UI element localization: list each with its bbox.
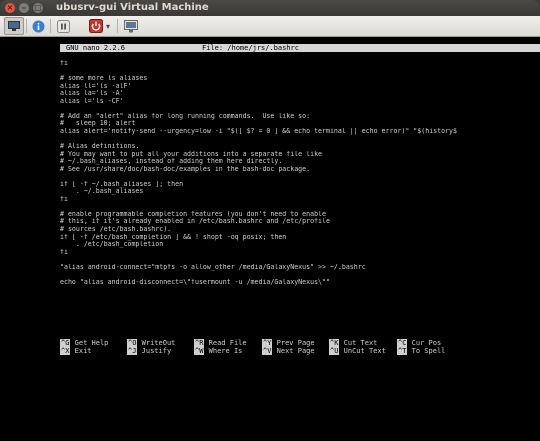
toolbar-separator — [50, 19, 51, 33]
editor-line[interactable]: alias alert='notify-send --urgency=low -… — [60, 128, 540, 136]
editor-line[interactable]: if [ -f ~/.bash_aliases ]; then — [60, 181, 540, 189]
toolbar: ▾ — [0, 16, 540, 37]
shortcut-exit: ^X Exit — [60, 347, 92, 355]
pause-button[interactable] — [55, 18, 71, 34]
editor-line[interactable] — [60, 135, 540, 143]
toolbar-separator — [26, 19, 27, 33]
snapshot-icon — [124, 19, 138, 32]
editor-line[interactable]: # sources /etc/bash.bashrc). — [60, 226, 540, 234]
editor-line[interactable]: "alias android-connect="mtpfs -o allow_o… — [60, 264, 540, 272]
shortcut-prev-page: ^Y Prev Page — [262, 339, 315, 347]
window-controls: × – □ — [5, 3, 43, 13]
editor-line[interactable] — [60, 68, 540, 76]
shortcut-next-page: ^V Next Page — [262, 347, 315, 355]
editor-line[interactable] — [60, 271, 540, 279]
shortcut-label: Justify — [141, 347, 172, 355]
shortcut-key: ^O — [127, 339, 138, 347]
editor-line[interactable]: fi — [60, 249, 540, 257]
shortcut-key: ^U — [329, 347, 340, 355]
shortcut-get-help: ^G Get Help — [60, 339, 108, 347]
editor-line[interactable] — [60, 173, 540, 181]
shortcut-justify: ^J Justify — [127, 347, 171, 355]
shortcut-label: Cur Pos — [411, 339, 442, 347]
editor-line[interactable]: fi — [60, 196, 540, 204]
shortcut-key: ^T — [397, 347, 408, 355]
power-button[interactable] — [88, 18, 104, 34]
title-bar[interactable]: × – □ ubusrv-gui Virtual Machine — [0, 0, 540, 16]
shortcut-label: Prev Page — [276, 339, 315, 347]
shortcut-read-file: ^R Read File — [194, 339, 247, 347]
window-title: ubusrv-gui Virtual Machine — [56, 2, 209, 13]
shortcut-uncut-text: ^U UnCut Text — [329, 347, 386, 355]
power-icon — [89, 19, 103, 33]
maximize-button[interactable]: □ — [33, 3, 43, 13]
shortcut-key: ^V — [262, 347, 273, 355]
shortcut-label: Cut Text — [343, 339, 378, 347]
nano-file-name: File: /home/jrs/.bashrc — [202, 44, 299, 52]
shortcut-cur-pos: ^C Cur Pos — [397, 339, 441, 347]
info-button[interactable] — [30, 18, 46, 34]
shortcut-key: ^Y — [262, 339, 273, 347]
editor-line[interactable]: # sleep 10; alert — [60, 120, 540, 128]
shortcut-key: ^J — [127, 347, 138, 355]
close-button[interactable]: × — [5, 3, 15, 13]
shortcut-label: Where Is — [208, 347, 243, 355]
editor-line[interactable] — [60, 105, 540, 113]
editor-line[interactable]: alias la='ls -A' — [60, 90, 540, 98]
vm-window: × – □ ubusrv-gui Virtual Machine ▾ GNU n… — [0, 0, 540, 441]
editor-line[interactable]: . /etc/bash_completion — [60, 241, 540, 249]
nano-shortcut-bar: ^G Get Help ^O WriteOut ^R Read File ^Y Pre… — [60, 339, 540, 357]
shortcut-label: To Spell — [411, 347, 446, 355]
editor-line[interactable]: if [ -f /etc/bash_completion ] && ! shop… — [60, 234, 540, 242]
shortcut-label: WriteOut — [141, 339, 176, 347]
power-dropdown[interactable]: ▾ — [104, 18, 112, 34]
editor-buffer[interactable]: fi # some more ls aliases alias ll='ls -al… — [60, 60, 540, 286]
editor-line[interactable]: # enable programmable completion feature… — [60, 211, 540, 219]
nano-version: GNU nano 2.2.6 — [66, 44, 126, 52]
editor-line[interactable]: echo "alias android-disconnect=\"fusermo… — [60, 279, 540, 287]
shortcut-writeout: ^O WriteOut — [127, 339, 175, 347]
editor-line[interactable]: # ~/.bash_aliases, instead of adding the… — [60, 158, 540, 166]
editor-line[interactable]: alias l='ls -CF' — [60, 98, 540, 106]
shortcut-label: Next Page — [276, 347, 315, 355]
editor-line[interactable] — [60, 256, 540, 264]
shortcut-key: ^K — [329, 339, 340, 347]
minimize-button[interactable]: – — [19, 3, 29, 13]
shortcut-key: ^W — [194, 347, 205, 355]
shortcut-cut-text: ^K Cut Text — [329, 339, 377, 347]
display-button[interactable] — [4, 17, 24, 35]
shortcut-to-spell: ^T To Spell — [397, 347, 445, 355]
shortcut-key: ^C — [397, 339, 408, 347]
editor-line[interactable]: alias ll='ls -alF' — [60, 83, 540, 91]
pause-icon — [56, 19, 70, 33]
shortcut-label: UnCut Text — [343, 347, 386, 355]
editor-line[interactable]: # Alias definitions. — [60, 143, 540, 151]
shortcut-label: Read File — [208, 339, 247, 347]
dropdown-icon: ▾ — [105, 21, 110, 31]
editor-line[interactable]: . ~/.bash_aliases — [60, 188, 540, 196]
toolbar-separator — [117, 19, 118, 33]
shortcut-key: ^G — [60, 339, 71, 347]
shortcut-key: ^R — [194, 339, 205, 347]
editor-line[interactable]: fi — [60, 60, 540, 68]
shortcut-label: Get Help — [74, 339, 109, 347]
shortcut-where-is: ^W Where Is — [194, 347, 242, 355]
editor-line[interactable]: # See /usr/share/doc/bash-doc/examples i… — [60, 166, 540, 174]
shortcut-label: Exit — [74, 347, 92, 355]
nano-title-bar: GNU nano 2.2.6 File: /home/jrs/.bashrc — [60, 44, 540, 52]
editor-line[interactable]: # Add an "alert" alias for long running … — [60, 113, 540, 121]
editor-line[interactable]: # this, if it's already enabled in /etc/… — [60, 218, 540, 226]
info-icon — [32, 20, 44, 32]
snapshot-button[interactable] — [123, 18, 139, 34]
editor-line[interactable]: # some more ls aliases — [60, 75, 540, 83]
editor-line[interactable]: # You may want to put all your additions… — [60, 151, 540, 159]
editor-line[interactable] — [60, 203, 540, 211]
shortcut-key: ^X — [60, 347, 71, 355]
display-icon — [8, 21, 20, 31]
